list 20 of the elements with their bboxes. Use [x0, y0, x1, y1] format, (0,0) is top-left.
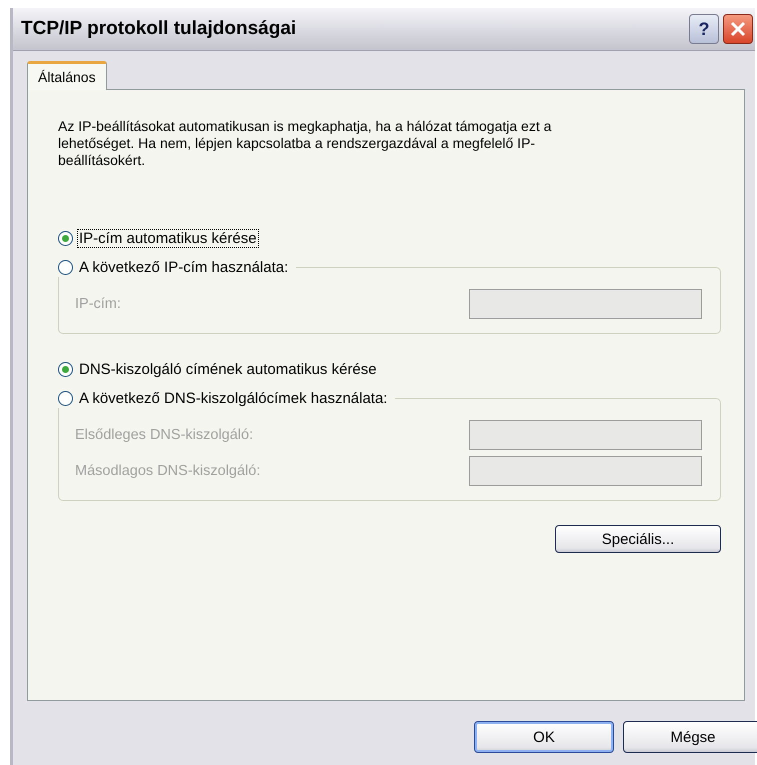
radio-label[interactable]: DNS-kiszolgáló címének automatikus kérése — [77, 360, 379, 379]
radio-label[interactable]: A következő DNS-kiszolgálócímek használata: — [77, 389, 390, 408]
tab[interactable]: Általános — [27, 61, 107, 90]
help-button[interactable]: ? — [689, 14, 719, 44]
radio-button[interactable] — [58, 362, 73, 377]
dialog-button[interactable]: Mégse — [623, 721, 757, 753]
radio-label[interactable]: A következő IP-cím használata: — [77, 258, 290, 277]
radio-button[interactable] — [58, 231, 73, 246]
close-button[interactable] — [723, 14, 753, 44]
advanced-button[interactable]: Speciális... — [555, 525, 721, 553]
field-label: IP-cím: — [75, 296, 121, 312]
field-label: Elsődleges DNS-kiszolgáló: — [75, 427, 254, 443]
radio-button[interactable] — [58, 391, 73, 406]
window-title: TCP/IP protokoll tulajdonságai — [21, 18, 298, 40]
field-label: Másodlagos DNS-kiszolgáló: — [75, 463, 260, 479]
description-text: Az IP-beállításokat automatikusan is megkaphatja, ha a hálózat támogatja ezt a lehetőséget. Ha nem, lépjen kapcsolatba a rendszergazdával a megfelelő IP-beállításokért. — [58, 118, 552, 169]
radio-button[interactable] — [58, 260, 73, 275]
close-icon — [729, 20, 747, 38]
dialog-button[interactable]: OK — [474, 721, 614, 753]
radio-label[interactable]: IP-cím automatikus kérése — [77, 229, 259, 248]
